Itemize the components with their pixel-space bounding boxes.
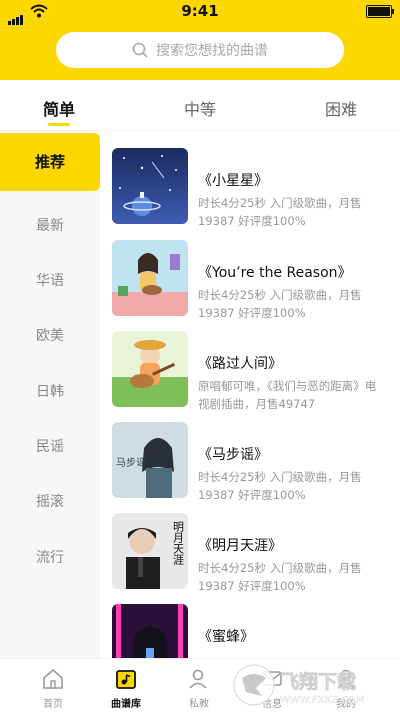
search-bar[interactable]: 搜索您想找的曲谱: [56, 32, 344, 68]
song-item[interactable]: 《蜜蜂》: [112, 604, 392, 658]
song-cover: [112, 148, 188, 224]
sidebar-item-japan-korea[interactable]: 日韩: [0, 381, 100, 401]
song-cover: [112, 331, 188, 407]
sidebar-item-latest[interactable]: 最新: [0, 215, 100, 235]
active-tab-indicator: [48, 123, 70, 126]
tab-hard[interactable]: 困难: [325, 96, 357, 120]
sidebar-item-chinese[interactable]: 华语: [0, 270, 100, 290]
sidebar-item-western[interactable]: 欧美: [0, 325, 100, 345]
song-title: 《马步谣》: [198, 447, 268, 463]
song-item[interactable]: 马步谣 《马步谣》 时长4分25秒 入门级歌曲，月售19387 好评度100%: [112, 422, 392, 502]
nav-home-label: 首页: [43, 699, 63, 710]
site-watermark: 飞翔下载 WWW.FXXZ.COM: [233, 664, 365, 706]
difficulty-tabs: 简单 中等 困难: [0, 80, 400, 131]
song-cover: 马步谣: [112, 422, 188, 498]
song-title: 《蜜蜂》: [198, 629, 254, 645]
search-icon: [132, 42, 148, 58]
category-sidebar: 推荐 最新 华语 欧美 日韩 民谣 摇滚 流行: [0, 131, 100, 658]
song-description: 时长4分25秒 入门级歌曲，月售19387 好评度100%: [198, 561, 362, 593]
song-item[interactable]: 《You’re the Reason》 时长4分25秒 入门级歌曲，月售1938…: [112, 240, 392, 320]
cover-title-text: 明月天涯: [172, 521, 185, 566]
status-time: 9:41: [181, 2, 219, 20]
cover-title-text: 马步谣: [116, 457, 146, 469]
song-list: 《小星星》 时长4分25秒 入门级歌曲，月售19387 好评度100% 《You…: [100, 131, 400, 658]
sheet-library-icon: [116, 670, 136, 689]
watermark-brand: 飞翔下载: [280, 670, 356, 693]
nav-tutor-label: 私教: [189, 699, 209, 710]
sidebar-item-pop[interactable]: 流行: [0, 547, 100, 567]
battery-icon: [366, 5, 394, 18]
nav-home[interactable]: 首页: [13, 659, 93, 712]
tab-medium[interactable]: 中等: [184, 96, 216, 120]
header: 9:41 搜索您想找的曲谱: [0, 0, 400, 80]
song-title: 《明月天涯》: [198, 538, 282, 554]
song-description: 原唱郁可唯，《我们与恶的距离》电视剧插曲，月售49747: [198, 379, 377, 411]
song-cover: [112, 604, 188, 658]
song-title: 《小星星》: [198, 173, 268, 189]
song-item[interactable]: 明月天涯 《明月天涯》 时长4分25秒 入门级歌曲，月售19387 好评度100…: [112, 513, 392, 593]
home-icon: [43, 668, 63, 689]
song-cover: 明月天涯: [112, 513, 188, 589]
song-description: 时长4分25秒 入门级歌曲，月售19387 好评度100%: [198, 288, 362, 320]
song-description: 时长4分25秒 入门级歌曲，月售19387 好评度100%: [198, 470, 362, 502]
sidebar-item-folk[interactable]: 民谣: [0, 436, 100, 456]
sidebar-item-recommended[interactable]: 推荐: [0, 133, 100, 191]
nav-sheet-library[interactable]: 曲谱库: [86, 659, 166, 712]
song-title: 《You’re the Reason》: [198, 265, 352, 281]
song-description: 时长4分25秒 入门级歌曲，月售19387 好评度100%: [198, 196, 362, 228]
song-cover: [112, 240, 188, 316]
sidebar-item-rock[interactable]: 摇滚: [0, 491, 100, 511]
song-item[interactable]: 《路过人间》 原唱郁可唯，《我们与恶的距离》电视剧插曲，月售49747: [112, 331, 392, 411]
tutor-icon: [189, 669, 207, 689]
song-item[interactable]: 《小星星》 时长4分25秒 入门级歌曲，月售19387 好评度100%: [112, 148, 392, 228]
nav-sheet-library-label: 曲谱库: [111, 699, 141, 710]
status-bar: 9:41: [0, 0, 400, 25]
watermark-url: WWW.FXXZ.COM: [280, 695, 365, 706]
nav-tutor[interactable]: 私教: [159, 659, 239, 712]
song-title: 《路过人间》: [198, 356, 282, 372]
tab-easy[interactable]: 简单: [43, 96, 75, 120]
search-placeholder: 搜索您想找的曲谱: [156, 43, 268, 59]
